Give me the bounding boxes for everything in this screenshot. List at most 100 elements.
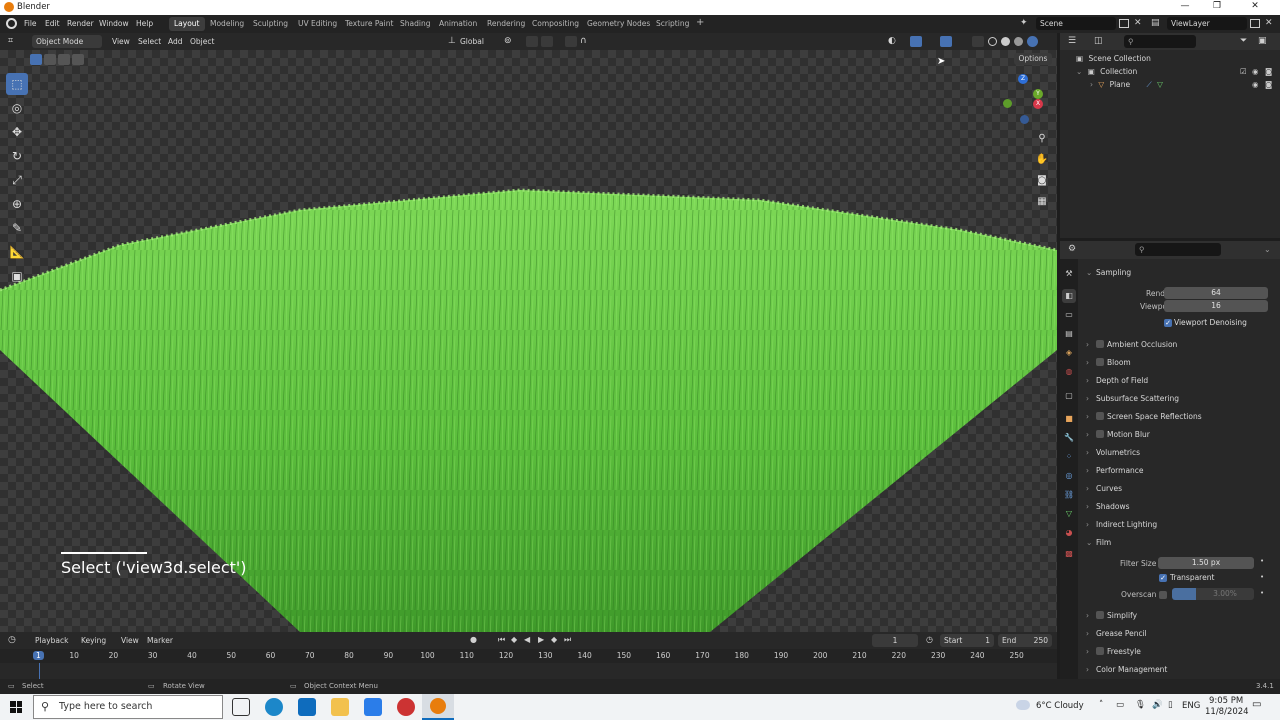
timeline-editor-icon[interactable]: ◷ bbox=[8, 635, 16, 645]
panel-color-management[interactable]: › Color Management bbox=[1086, 662, 1276, 678]
panel-grease-pencil[interactable]: › Grease Pencil bbox=[1086, 626, 1276, 642]
camera-view-icon[interactable]: ◙ bbox=[1033, 171, 1051, 189]
clock-time[interactable]: 9:05 PM bbox=[1209, 696, 1243, 706]
bloom-checkbox[interactable] bbox=[1096, 358, 1104, 366]
panel-screen-space-reflections[interactable]: › Screen Space Reflections bbox=[1086, 409, 1276, 425]
tab-layout[interactable]: Layout bbox=[169, 17, 205, 31]
constraints-tab-icon[interactable]: ⛓ bbox=[1062, 488, 1076, 502]
sampling-viewport-field[interactable]: 16 bbox=[1164, 300, 1268, 312]
mode-dropdown[interactable]: Object Mode bbox=[32, 35, 102, 48]
menu-add[interactable]: Add bbox=[168, 37, 183, 46]
menu-playback[interactable]: Playback bbox=[35, 636, 68, 645]
task-view-icon[interactable] bbox=[232, 698, 250, 716]
minimize-button[interactable]: — bbox=[1170, 1, 1200, 14]
viewlayer-icon[interactable]: ▤ bbox=[1151, 18, 1160, 28]
modifier-tab-icon[interactable]: 🔧 bbox=[1062, 431, 1076, 445]
menu-help[interactable]: Help bbox=[136, 19, 153, 28]
data-tab-icon[interactable]: ▽ bbox=[1062, 507, 1076, 521]
wireframe-shading-icon[interactable] bbox=[988, 37, 997, 46]
filter-size-keyframe-icon[interactable]: • bbox=[1260, 557, 1264, 565]
language-indicator[interactable]: ENG bbox=[1182, 701, 1200, 711]
transparent-keyframe-icon[interactable]: • bbox=[1260, 573, 1264, 581]
menu-edit[interactable]: Edit bbox=[45, 19, 60, 28]
panel-volumetrics[interactable]: › Volumetrics bbox=[1086, 445, 1276, 461]
obs-recorder-icon[interactable] bbox=[397, 698, 415, 716]
frame-tick-label[interactable]: 150 bbox=[617, 651, 631, 660]
move-tool-icon[interactable]: ✥ bbox=[6, 121, 28, 143]
3d-viewport[interactable]: Select ('view3d.select') Z Y X ⚲ ✋ ◙ ▦ O… bbox=[0, 50, 1057, 632]
props-options-icon[interactable]: ⌄ bbox=[1264, 245, 1271, 254]
frame-tick-label[interactable]: 240 bbox=[970, 651, 984, 660]
panel-freestyle[interactable]: › Freestyle bbox=[1086, 644, 1276, 660]
store-icon[interactable] bbox=[364, 698, 382, 716]
collection-checkbox-icon[interactable]: ☑ bbox=[1240, 65, 1247, 78]
navigation-gizmo[interactable]: Z Y X bbox=[1000, 74, 1050, 130]
falloff-icon[interactable]: ∩ bbox=[580, 36, 587, 46]
jump-start-icon[interactable]: ⏮ bbox=[498, 635, 505, 645]
panel-depth-of-field[interactable]: › Depth of Field bbox=[1086, 373, 1276, 389]
cursor-tool-icon[interactable]: ◎ bbox=[6, 97, 28, 119]
material-shading-icon[interactable] bbox=[1014, 37, 1023, 46]
select-new-icon[interactable] bbox=[30, 54, 42, 65]
next-keyframe-icon[interactable]: ◆ bbox=[551, 635, 557, 644]
gizmo-neg-y-axis[interactable] bbox=[1003, 99, 1012, 108]
frame-tick-label[interactable]: 160 bbox=[656, 651, 670, 660]
perspective-grid-icon[interactable]: ▦ bbox=[1033, 192, 1051, 210]
viewport-denoising-checkbox[interactable]: ✓ bbox=[1164, 319, 1172, 327]
frame-tick-label[interactable]: 170 bbox=[695, 651, 709, 660]
frame-tick-label[interactable]: 120 bbox=[499, 651, 513, 660]
scale-tool-icon[interactable]: ⤢ bbox=[6, 169, 28, 191]
frame-tick-label[interactable]: 190 bbox=[774, 651, 788, 660]
panel-curves[interactable]: › Curves bbox=[1086, 481, 1276, 497]
frame-tick-label[interactable]: 10 bbox=[69, 651, 79, 660]
transparent-checkbox[interactable]: ✓ bbox=[1159, 574, 1167, 582]
plane-visibility-icon[interactable]: ◉ bbox=[1252, 78, 1259, 91]
simplify-checkbox[interactable] bbox=[1096, 611, 1104, 619]
frame-tick-label[interactable]: 50 bbox=[226, 651, 236, 660]
view-layer-tab-icon[interactable]: ▤ bbox=[1062, 327, 1076, 341]
frame-tick-label[interactable]: 250 bbox=[1010, 651, 1024, 660]
start-frame-field[interactable]: Start 1 bbox=[940, 634, 994, 647]
overscan-checkbox[interactable] bbox=[1159, 591, 1167, 599]
play-icon[interactable]: ▶ bbox=[538, 635, 544, 644]
screen-space-reflections-checkbox[interactable] bbox=[1096, 412, 1104, 420]
viewlayer-field[interactable]: ViewLayer bbox=[1167, 17, 1247, 30]
windows-start-icon[interactable] bbox=[10, 701, 22, 713]
frame-tick-label[interactable]: 70 bbox=[305, 651, 315, 660]
frame-tick-label[interactable]: 180 bbox=[735, 651, 749, 660]
close-button[interactable]: ✕ bbox=[1240, 1, 1270, 14]
panel-performance[interactable]: › Performance bbox=[1086, 463, 1276, 479]
frame-tick-label[interactable]: 80 bbox=[344, 651, 354, 660]
pan-hand-icon[interactable]: ✋ bbox=[1033, 150, 1051, 168]
clock-date[interactable]: 11/8/2024 bbox=[1205, 707, 1249, 717]
object-tab-icon[interactable]: ■ bbox=[1062, 412, 1076, 426]
panel-ambient-occlusion[interactable]: › Ambient Occlusion bbox=[1086, 337, 1276, 353]
notifications-icon[interactable]: ▭ bbox=[1252, 699, 1261, 710]
collection-tab-icon[interactable]: ▢ bbox=[1062, 389, 1076, 403]
select-subtract-icon[interactable] bbox=[58, 54, 70, 65]
expand-arrow-icon[interactable]: › bbox=[1090, 80, 1093, 89]
gizmo-x-axis[interactable]: X bbox=[1033, 99, 1043, 109]
visibility-icon[interactable]: ◐ bbox=[888, 36, 896, 46]
frame-tick-label[interactable]: 60 bbox=[266, 651, 276, 660]
display-mode-icon[interactable]: ◫ bbox=[1094, 36, 1103, 46]
sampling-render-field[interactable]: 64 bbox=[1164, 287, 1268, 299]
panel-film[interactable]: ⌄ Film bbox=[1086, 535, 1276, 551]
scene-tab-icon[interactable]: ◈ bbox=[1062, 346, 1076, 360]
frame-tick-label[interactable]: 200 bbox=[813, 651, 827, 660]
collection-visibility-icon[interactable]: ◉ bbox=[1252, 65, 1259, 78]
mail-icon[interactable] bbox=[298, 698, 316, 716]
gizmo-y-axis[interactable]: Y bbox=[1033, 89, 1043, 99]
menu-window[interactable]: Window bbox=[99, 19, 129, 28]
panel-shadows[interactable]: › Shadows bbox=[1086, 499, 1276, 515]
outliner-row-collection[interactable]: ⌄ ▣ Collection ☑ ◉ ◙ bbox=[1060, 65, 1280, 78]
select-extend-icon[interactable] bbox=[44, 54, 56, 65]
panel-subsurface-scattering[interactable]: › Subsurface Scattering bbox=[1086, 391, 1276, 407]
new-scene-icon[interactable] bbox=[1119, 19, 1129, 28]
measure-tool-icon[interactable]: 📐 bbox=[6, 241, 28, 263]
output-tab-icon[interactable]: ▭ bbox=[1062, 308, 1076, 322]
maximize-button[interactable]: ❐ bbox=[1202, 1, 1232, 14]
frame-tick-label[interactable]: 230 bbox=[931, 651, 945, 660]
filter-size-field[interactable]: 1.50 px bbox=[1158, 557, 1254, 569]
filter-icon[interactable]: ⏷ bbox=[1240, 36, 1247, 46]
